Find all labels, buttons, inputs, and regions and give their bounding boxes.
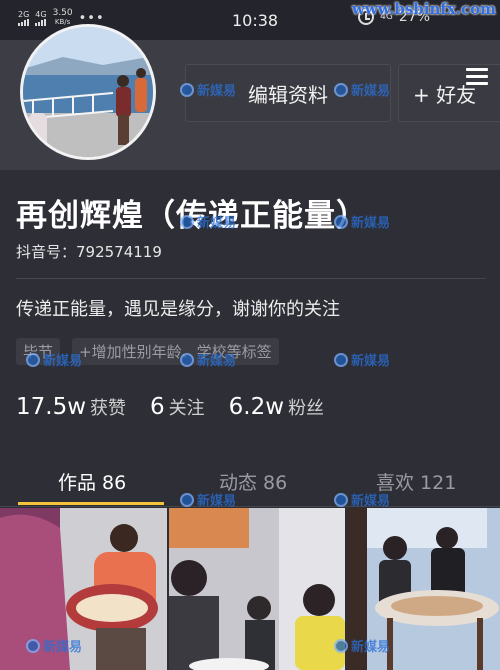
watermark-logo-text: 新媒易 [197, 494, 237, 509]
tabs-divider [0, 506, 500, 507]
watermark-logo: 新媒易 [334, 490, 390, 509]
video-thumbnail-image [169, 508, 345, 670]
stat-likes-value: 17.5w [16, 394, 87, 420]
signal-bars-icon [35, 19, 47, 26]
watermark-logo-icon [180, 352, 194, 367]
watermark-logo-icon [180, 214, 194, 229]
watermark-logo-text: 新媒易 [197, 216, 237, 231]
watermark-logo-text: 新媒易 [197, 84, 237, 99]
active-tab-indicator [18, 502, 164, 505]
stat-fans[interactable]: 6.2w 粉丝 [229, 394, 324, 420]
watermark-logo-icon [334, 492, 348, 507]
stat-fans-label: 粉丝 [288, 398, 325, 419]
watermark-logo-text: 新媒易 [351, 354, 391, 369]
stat-fans-value: 6.2w [228, 394, 285, 420]
watermark-logo: 新媒易 [334, 80, 390, 99]
avatar-photo [23, 27, 153, 157]
watermark-logo-icon [26, 638, 40, 653]
douyin-id: 抖音号：792574119 [16, 243, 162, 261]
stat-following-value: 6 [150, 394, 165, 420]
watermark-logo-icon [26, 352, 40, 367]
net-speed: 3.50 KB/s [53, 9, 73, 27]
watermark-logo-text: 新媒易 [351, 216, 391, 231]
watermark-logo-text: 新媒易 [351, 640, 391, 655]
watermark-logo: 新媒易 [334, 636, 390, 655]
profile-stats: 17.5w 获赞 6 关注 6.2w 粉丝 [16, 394, 348, 420]
stat-following-label: 关注 [168, 398, 205, 419]
watermark-logo-icon [180, 492, 194, 507]
stat-likes[interactable]: 17.5w 获赞 [16, 394, 126, 420]
watermark-url: www.bsbinfx.com [351, 0, 496, 18]
signal-bars-icon [18, 19, 29, 26]
divider [16, 278, 486, 279]
watermark-logo: 新媒易 [180, 212, 236, 231]
watermark-logo-text: 新媒易 [43, 640, 83, 655]
watermark-logo-icon [334, 638, 348, 653]
status-time: 10:38 [232, 11, 279, 30]
watermark-logo-text: 新媒易 [43, 354, 83, 369]
menu-icon[interactable] [466, 68, 488, 86]
watermark-logo: 新媒易 [26, 350, 82, 369]
net-speed-value: 3.50 [52, 8, 73, 18]
watermark-logo: 新媒易 [180, 350, 236, 369]
stat-likes-label: 获赞 [90, 398, 127, 419]
watermark-logo-text: 新媒易 [351, 84, 391, 99]
signal-4g: 4G [35, 10, 47, 26]
watermark-logo-text: 新媒易 [351, 494, 391, 509]
watermark-logo: 新媒易 [180, 490, 236, 509]
profile-bio: 传递正能量，遇见是缘分，谢谢你的关注 [16, 299, 340, 320]
watermark-logo-text: 新媒易 [197, 354, 237, 369]
watermark-logo-icon [334, 82, 348, 97]
video-thumbnail[interactable] [169, 508, 345, 670]
add-tags-button[interactable]: +增加性别年龄、学校等标签 [72, 338, 279, 365]
tab-works[interactable]: 作品 86 [58, 468, 126, 495]
signal-2g: 2G [18, 10, 29, 26]
watermark-logo-icon [334, 214, 348, 229]
avatar[interactable] [20, 24, 156, 160]
watermark-logo-icon [334, 352, 348, 367]
content-tabs: 作品 86 动态 86 喜欢 121 [0, 460, 500, 506]
watermark-logo: 新媒易 [26, 636, 82, 655]
watermark-logo: 新媒易 [180, 80, 236, 99]
signal-label-2g: 2G [18, 10, 30, 19]
watermark-logo: 新媒易 [334, 350, 390, 369]
watermark-logo-icon [180, 82, 194, 97]
watermark-logo: 新媒易 [334, 212, 390, 231]
stat-following[interactable]: 6 关注 [150, 394, 205, 420]
signal-label-4g: 4G [35, 10, 47, 19]
profile-screen: 2G 4G 3.50 KB/s ••• 10:38 4G 27% www.bsb… [0, 0, 500, 670]
